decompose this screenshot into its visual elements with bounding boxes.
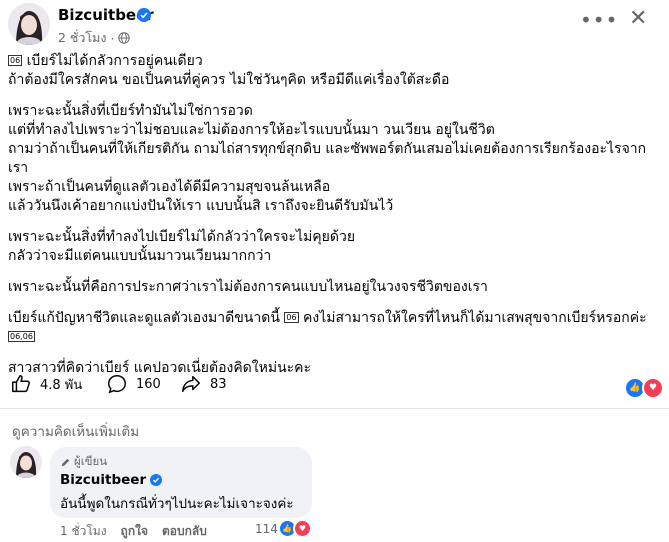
share-icon xyxy=(182,375,200,393)
comment-reactions[interactable]: 114 👍 ♥ xyxy=(255,519,312,538)
more-options-icon[interactable]: ••• xyxy=(580,8,618,32)
comment-action[interactable]: 160 xyxy=(106,373,161,395)
post-actions: 4.8 พัน 160 83 👍 ♥ xyxy=(10,373,664,405)
post-header: Bizcuitbeer 2 ชั่วโมง · ••• ✕ xyxy=(0,0,669,52)
author-tag: ผู้เขียน xyxy=(60,453,107,471)
close-icon[interactable]: ✕ xyxy=(629,6,647,31)
author-tag-label: ผู้เขียน xyxy=(74,454,108,468)
emoji-box-icon: 06 xyxy=(284,312,299,323)
share-action[interactable]: 83 xyxy=(180,373,227,395)
comment-time[interactable]: 1 ชั่วโมง xyxy=(60,522,107,541)
comment-count: 160 xyxy=(136,376,161,392)
post-time[interactable]: 2 ชั่วโมง xyxy=(58,28,107,48)
commenter-avatar[interactable] xyxy=(10,446,42,478)
post-line: เพราะฉะนั้นที่คือการประกาศว่าเราไม่ต้องก… xyxy=(8,279,488,295)
comment-like-button[interactable]: ถูกใจ xyxy=(121,522,148,541)
like-count: 4.8 พัน xyxy=(40,377,83,393)
comment-reply-button[interactable]: ตอบกลับ xyxy=(162,522,207,541)
post-line: แล้ววันนึงเค้าอยากแบ่งปันให้เรา แบบนั้นส… xyxy=(8,198,394,214)
emoji-box-icon: 06,06 xyxy=(8,331,35,342)
post-line: เบียร์แก้ปัญหาชีวิตและดูแลตัวเองมาดีขนาด… xyxy=(8,310,280,326)
share-count: 83 xyxy=(210,376,227,392)
reaction-summary[interactable]: 👍 ♥ xyxy=(624,377,664,399)
post-line: เบียร์ไม่ได้กลัวการอยู่คนเดียว xyxy=(26,53,203,69)
comment-reaction-count: 114 xyxy=(255,521,278,536)
post-line: เรา xyxy=(8,160,29,176)
like-icon xyxy=(12,375,30,393)
post-meta: 2 ชั่วโมง · xyxy=(58,28,131,48)
emoji-box-icon: 06 xyxy=(8,55,23,66)
post-text: 06 เบียร์ไม่ได้กลัวการอยู่คนเดียว ถ้าต้อ… xyxy=(8,52,663,390)
post-line: ถามว่าถ้าเป็นคนที่ให้เกียรติกัน ถามไถ่สา… xyxy=(8,141,647,157)
love-reaction-icon: ♥ xyxy=(292,519,312,538)
post-line: เพราะฉะนั้นสิ่งที่ทำลงไปเบียร์ไม่ได้กลัว… xyxy=(8,229,356,245)
post-line: กลัวว่าจะมีแต่คนแบบนั้นมาวนเวียนมากกว่า xyxy=(8,248,272,264)
author-avatar[interactable] xyxy=(8,3,50,45)
view-more-comments-link[interactable]: ดูความคิดเห็นเพิ่มเติม xyxy=(12,420,139,442)
comment-icon xyxy=(108,375,126,394)
divider xyxy=(0,408,669,409)
love-reaction-icon: ♥ xyxy=(642,377,664,399)
post-line: ถ้าต้องมีใครสักคน ขอเป็นคนที่คู่ควร ไม่ใ… xyxy=(8,72,450,88)
like-action[interactable]: 4.8 พัน xyxy=(10,373,82,395)
commenter-name[interactable]: Bizcuitbeer xyxy=(60,472,146,488)
verified-badge-icon xyxy=(137,8,151,22)
comment-bubble: ผู้เขียน Bizcuitbeer อันนี้พูดในกรณีทั่ว… xyxy=(50,447,312,518)
comment-text: อันนี้พูดในกรณีทั่วๆไปนะคะไม่เจาะจงค่ะ xyxy=(60,496,294,512)
post-line: เพราะฉะนั้นสิ่งที่เบียร์ทำมันไม่ใช่การอว… xyxy=(8,103,253,119)
post-line: เพราะถ้าเป็นคนที่ดูแลตัวเองได้ดีมีความสุ… xyxy=(8,179,331,195)
post-line: แต่ที่ทำลงไปเพราะว่าไม่ชอบและไม่ต้องการใ… xyxy=(8,122,495,138)
verified-badge-icon xyxy=(150,474,162,486)
comment-actions: 1 ชั่วโมง ถูกใจ ตอบกลับ xyxy=(60,522,207,541)
pen-icon xyxy=(61,458,70,466)
post-line: คงไม่สามารถให้ใครที่ไหนก็ได้มาเสพสุขจากเ… xyxy=(303,310,647,326)
globe-icon xyxy=(118,32,131,44)
